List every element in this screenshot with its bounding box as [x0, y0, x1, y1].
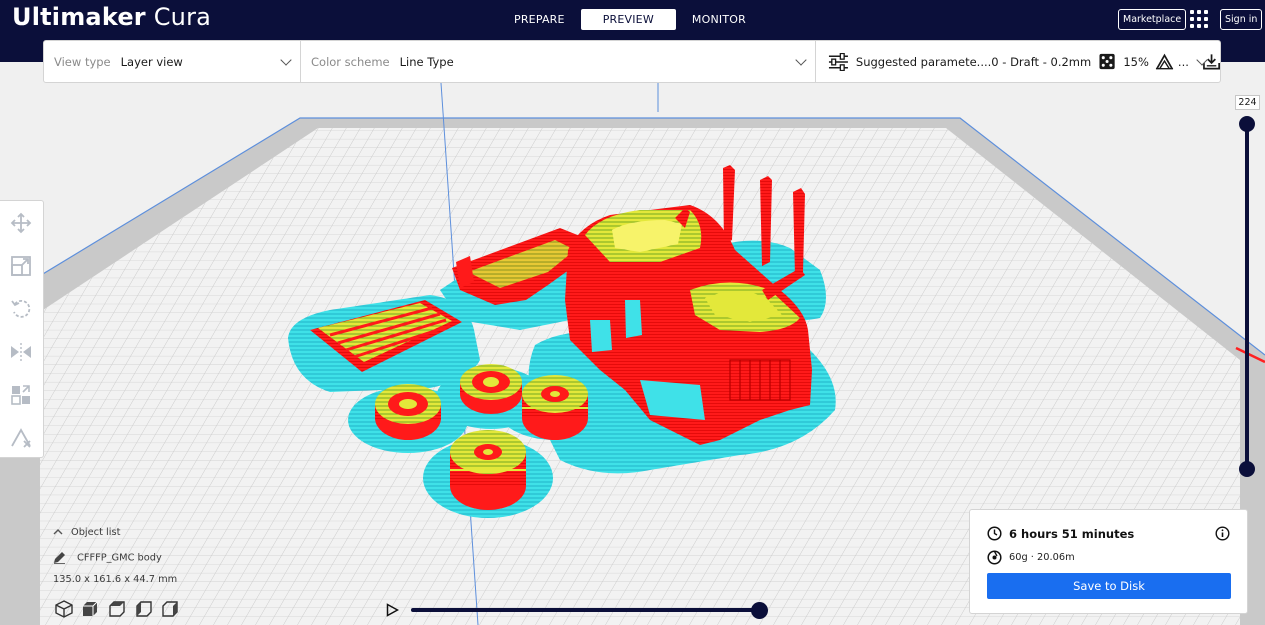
stage-tabs: PREPARE PREVIEW MONITOR [498, 9, 762, 30]
print-settings-dropdown[interactable]: Suggested paramete....0 - Draft - 0.2mm … [816, 41, 1220, 82]
support-ellipsis: ... [1177, 54, 1189, 69]
path-slider-track[interactable] [411, 608, 761, 612]
infill-value: 15% [1123, 54, 1149, 69]
logo-light-text: Cura [153, 3, 212, 31]
chevron-down-icon [795, 54, 807, 66]
print-time: 6 hours 51 minutes [1009, 526, 1135, 541]
preview-toolbar: View type Layer view Color scheme Line T… [43, 40, 1221, 83]
part-wheel-2 [460, 364, 522, 414]
print-time-row: 6 hours 51 minutes [987, 526, 1134, 541]
logo-bold-text: Ultimaker [12, 3, 146, 31]
marketplace-button[interactable]: Marketplace [1118, 9, 1187, 30]
front-view-icon[interactable] [80, 599, 100, 619]
play-icon[interactable] [386, 603, 399, 617]
color-scheme-value: Line Type [399, 54, 454, 69]
clock-icon [987, 526, 1002, 541]
transform-toolbox [0, 200, 44, 458]
part-wheel-4 [450, 430, 526, 510]
layer-slider-lower-handle[interactable] [1239, 461, 1255, 477]
scale-icon[interactable] [9, 254, 33, 278]
spool-icon [987, 550, 1002, 565]
path-slider-handle[interactable] [751, 602, 768, 619]
support-icon [1155, 53, 1173, 69]
part-wheel-1 [375, 384, 441, 440]
per-model-settings-icon[interactable] [9, 383, 33, 407]
right-view-icon[interactable] [160, 599, 180, 619]
layer-number-input[interactable]: 224 [1235, 95, 1260, 110]
material-usage: 60g · 20.06m [1009, 552, 1075, 563]
object-list-toggle[interactable]: Object list [53, 527, 120, 538]
object-list-title: Object list [71, 527, 121, 538]
profile-summary: Suggested paramete....0 - Draft - 0.2mm [855, 54, 1092, 69]
tab-preview[interactable]: PREVIEW [580, 9, 676, 30]
3d-view-icon[interactable] [54, 599, 74, 619]
tab-prepare[interactable]: PREPARE [498, 9, 581, 30]
mirror-icon[interactable] [9, 340, 33, 364]
material-row: 60g · 20.06m [987, 550, 1075, 565]
chevron-down-icon [280, 54, 292, 66]
rotate-icon[interactable] [9, 297, 33, 321]
ultimaker-cura-logo: Ultimaker Cura [12, 3, 211, 31]
layer-slider-track[interactable] [1245, 124, 1249, 469]
info-icon[interactable] [1215, 526, 1230, 541]
sign-in-button[interactable]: Sign in [1220, 9, 1263, 30]
color-scheme-label: Color scheme [311, 54, 390, 69]
part-wheel-3 [522, 375, 588, 440]
object-name: CFFFP_GMC body [77, 552, 162, 564]
view-type-value: Layer view [120, 54, 183, 69]
support-blocker-icon[interactable] [9, 426, 33, 450]
save-to-disk-button[interactable]: Save to Disk [987, 573, 1231, 599]
move-icon[interactable] [9, 211, 33, 235]
settings-sliders-icon [828, 52, 848, 71]
print-info-panel: 6 hours 51 minutes 60g · 20.06m Save to … [969, 509, 1248, 614]
apps-grid-icon[interactable] [1190, 10, 1208, 28]
layer-slider-upper-handle[interactable] [1239, 116, 1255, 132]
tab-monitor[interactable]: MONITOR [676, 9, 762, 30]
color-scheme-dropdown[interactable]: Color scheme Line Type [301, 41, 816, 82]
pencil-icon [54, 552, 65, 564]
view-type-label: View type [54, 54, 111, 69]
left-view-icon[interactable] [134, 599, 154, 619]
object-name-row[interactable]: CFFFP_GMC body [53, 551, 162, 564]
infill-icon [1099, 53, 1115, 70]
view-type-dropdown[interactable]: View type Layer view [44, 41, 301, 82]
top-view-icon[interactable] [107, 599, 127, 619]
object-dimensions: 135.0 x 161.6 x 44.7 mm [53, 574, 178, 585]
chevron-up-icon [53, 529, 63, 535]
